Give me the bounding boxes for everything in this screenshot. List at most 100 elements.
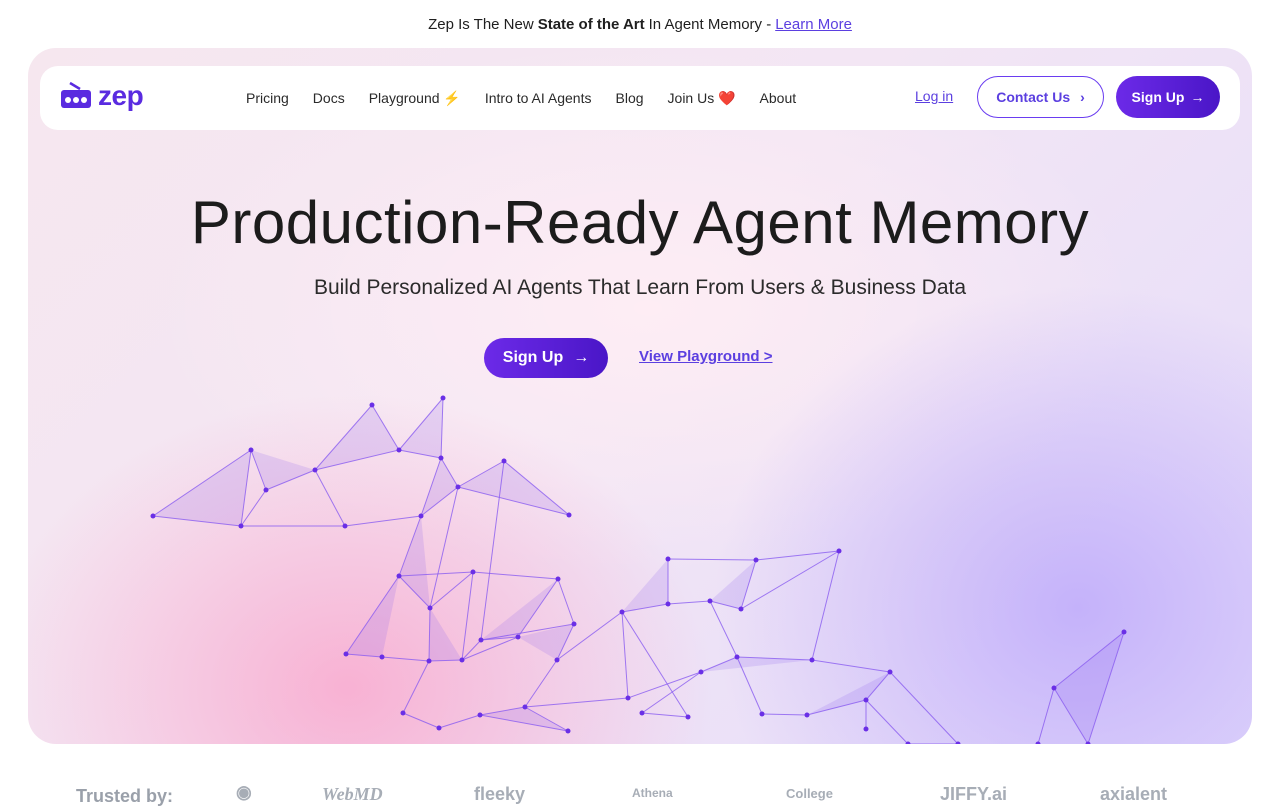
nav-item-docs[interactable]: Docs — [313, 90, 345, 106]
mesh-node — [619, 609, 625, 615]
mesh-node — [639, 710, 645, 716]
mesh-edge — [667, 558, 757, 561]
mesh-node — [571, 621, 577, 627]
mesh-node — [522, 704, 528, 710]
mesh-edge — [461, 639, 482, 661]
mesh-node — [863, 697, 869, 703]
arrow-right-icon: → — [573, 349, 590, 366]
nav-item-pricing[interactable]: Pricing — [246, 90, 289, 106]
mesh-node — [418, 513, 424, 519]
mesh-edge — [402, 712, 440, 729]
network-mesh-graphic — [150, 395, 1127, 744]
mesh-edge — [889, 671, 959, 744]
nav-item-about[interactable]: About — [760, 90, 797, 106]
mesh-node — [1051, 685, 1057, 691]
login-link[interactable]: Log in — [915, 88, 953, 104]
mesh-node — [1121, 629, 1127, 635]
nav-menu: Pricing Docs Playground ⚡ Intro to AI Ag… — [246, 66, 796, 130]
mesh-edge — [621, 611, 629, 699]
mesh-edge — [1037, 687, 1055, 744]
client-logo-fleeky: fleeky — [474, 784, 526, 804]
mesh-node — [438, 455, 444, 461]
mesh-edge — [557, 578, 575, 625]
mesh-node — [263, 487, 269, 493]
mesh-edge — [314, 469, 346, 527]
mesh-node — [426, 658, 432, 664]
learn-more-link[interactable]: Learn More — [775, 16, 852, 33]
navbar: zep Pricing Docs Playground ⚡ Intro to A… — [40, 66, 1240, 130]
mesh-node — [566, 512, 572, 518]
mesh-node — [379, 654, 385, 660]
arrow-right-icon: → — [1190, 89, 1205, 105]
mesh-facet — [421, 458, 458, 516]
mesh-node — [707, 598, 713, 604]
announcement-prefix: Zep Is The New — [428, 15, 534, 33]
client-logo-jiffy: JIFFY.ai — [940, 784, 1008, 804]
chevron-right-icon: › — [1080, 89, 1085, 105]
mesh-node — [555, 576, 561, 582]
mesh-node — [734, 654, 740, 660]
mesh-node — [369, 402, 375, 408]
mesh-facet — [251, 450, 315, 490]
mesh-edge — [811, 659, 891, 673]
mesh-node — [804, 712, 810, 718]
mesh-node — [238, 523, 244, 529]
announcement-bold: State of the Art — [537, 15, 645, 33]
view-playground-link[interactable]: View Playground > — [639, 348, 773, 365]
mesh-node — [477, 712, 483, 718]
mesh-edge — [472, 571, 559, 580]
client-logo-axialent: axialent — [1100, 784, 1168, 804]
trusted-by-label: Trusted by: — [76, 786, 174, 806]
nav-item-join-us[interactable]: Join Us ❤️ — [668, 90, 736, 107]
robot-logo-icon — [61, 81, 91, 108]
mesh-node — [396, 573, 402, 579]
mesh-node — [150, 513, 156, 519]
logo-text: zep — [98, 80, 144, 111]
mesh-edge — [641, 671, 702, 714]
mesh-node — [396, 447, 402, 453]
mesh-node — [400, 710, 406, 716]
mesh-facet — [399, 398, 443, 458]
mesh-node — [515, 634, 521, 640]
mesh-facet — [1054, 632, 1124, 744]
mesh-node — [887, 669, 893, 675]
mesh-node — [440, 395, 446, 401]
mesh-node — [1035, 741, 1041, 744]
announcement-bar: Zep Is The New State of the Art In Agent… — [0, 0, 1280, 48]
nav-item-playground[interactable]: Playground ⚡ — [369, 90, 461, 107]
mesh-edge — [524, 659, 558, 708]
mesh-node — [565, 728, 571, 734]
mesh-edge — [811, 550, 840, 661]
mesh-edge — [627, 671, 702, 699]
mesh-edge — [461, 636, 519, 661]
hero-signup-button[interactable]: Sign Up → — [484, 338, 608, 378]
mesh-node — [436, 725, 442, 731]
mesh-node — [427, 605, 433, 611]
mesh-node — [753, 557, 759, 563]
mesh-node — [478, 637, 484, 643]
client-logo-webmd: WebMD — [322, 784, 383, 804]
mesh-node — [470, 569, 476, 575]
contact-us-button[interactable]: Contact Us › — [977, 76, 1104, 118]
nav-signup-button[interactable]: Sign Up → — [1116, 76, 1220, 118]
logo[interactable]: zep — [60, 80, 144, 112]
mesh-node — [685, 714, 691, 720]
mesh-node — [459, 657, 465, 663]
nav-item-intro-ai-agents[interactable]: Intro to AI Agents — [485, 90, 592, 106]
mesh-edge — [667, 600, 711, 605]
mesh-edge — [641, 712, 689, 718]
mesh-facet — [153, 450, 251, 526]
mesh-node — [625, 695, 631, 701]
mesh-facet — [480, 707, 568, 731]
mesh-node — [809, 657, 815, 663]
mesh-node — [863, 726, 869, 732]
mesh-edge — [865, 699, 909, 744]
mesh-edge — [402, 660, 430, 714]
contact-us-label: Contact Us — [996, 89, 1071, 105]
mesh-node — [342, 523, 348, 529]
mesh-edge — [621, 611, 689, 718]
nav-item-blog[interactable]: Blog — [616, 90, 644, 106]
mesh-node — [343, 651, 349, 657]
trusted-by-strip: Trusted by: ◉ WebMD fleeky Athena Colleg… — [0, 770, 1280, 806]
mesh-edge — [461, 571, 474, 661]
